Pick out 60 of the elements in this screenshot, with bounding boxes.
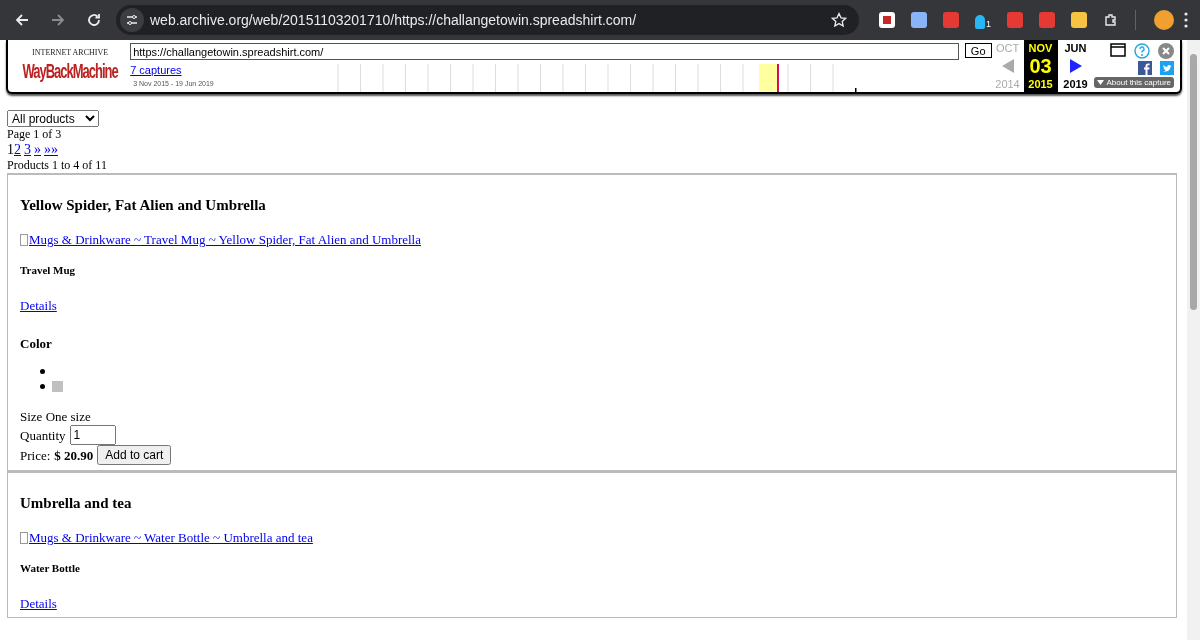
- facebook-icon[interactable]: [1138, 61, 1152, 75]
- page-link[interactable]: »: [34, 142, 41, 158]
- about-capture-button[interactable]: About this capture: [1093, 77, 1174, 88]
- menu-icon[interactable]: [1184, 12, 1188, 28]
- year-label: 2015: [1028, 78, 1053, 90]
- quantity-field[interactable]: 1: [69, 425, 116, 445]
- window-icon[interactable]: [1110, 43, 1126, 57]
- products-info: Products 1 to 4 of 11: [7, 158, 108, 173]
- scrollbar[interactable]: [1187, 40, 1200, 640]
- color-swatch[interactable]: [52, 381, 63, 392]
- page-link[interactable]: 3: [24, 142, 31, 158]
- page-link[interactable]: »»: [44, 142, 58, 158]
- current-page: 1: [7, 142, 14, 158]
- caret-icon: [1096, 80, 1104, 85]
- color-heading: Color: [20, 336, 53, 352]
- broken-image-icon: [20, 234, 28, 246]
- month-label[interactable]: JUN: [1064, 42, 1087, 54]
- site-settings-icon[interactable]: [120, 8, 144, 32]
- forward-icon[interactable]: [50, 12, 66, 28]
- star-icon[interactable]: [831, 12, 847, 28]
- go-button[interactable]: Go: [964, 43, 992, 58]
- price-value: $ 20.90: [54, 446, 94, 464]
- details-link[interactable]: Details: [20, 596, 57, 611]
- broken-image-icon: [20, 532, 28, 544]
- quantity-label: Quantity: [20, 426, 66, 444]
- month-label: NOV: [1028, 42, 1053, 54]
- extension-icon[interactable]: [879, 12, 895, 28]
- size-text: Size One size: [20, 408, 92, 425]
- captures-link[interactable]: 7 captures: [130, 64, 335, 76]
- page-link[interactable]: 2: [14, 142, 21, 158]
- day-label: 03: [1029, 56, 1052, 76]
- previous-arrow-icon[interactable]: [1001, 59, 1014, 73]
- logo-caption: INTERNET ARCHIVE: [32, 48, 109, 57]
- product-title: Umbrella and tea: [20, 495, 133, 512]
- address-bar[interactable]: web.archive.org/web/20151103201710/https://challangetowin.spreadshirt.com/: [116, 5, 859, 35]
- page-info: Page 1 of 3: [7, 127, 63, 142]
- year-label[interactable]: 2019: [1063, 78, 1088, 90]
- close-icon[interactable]: [1158, 43, 1174, 59]
- product-image-link[interactable]: Mugs & Drinkware ~ Water Bottle ~ Umbrella and tea: [29, 530, 313, 546]
- details-link[interactable]: Details: [20, 298, 57, 313]
- bullet-icon: [40, 369, 45, 374]
- url-field[interactable]: https://challangetowin.spreadshirt.com/: [130, 43, 959, 60]
- avatar-icon[interactable]: [1154, 10, 1174, 30]
- badge-count: 1: [986, 20, 991, 29]
- bullet-icon: [40, 384, 45, 389]
- url-text: web.archive.org/web/20151103201710/https://challangetowin.spreadshirt.com/: [150, 12, 638, 28]
- next-arrow-icon[interactable]: [1069, 59, 1082, 73]
- price-label: Price:: [20, 446, 51, 464]
- product-filter-dropdown[interactable]: All products: [7, 110, 99, 127]
- puzzle-icon[interactable]: [1103, 12, 1119, 28]
- logo-text: WayBackMachine: [22, 60, 118, 83]
- product-image-link[interactable]: Mugs & Drinkware ~ Travel Mug ~ Yellow Spider, Fat Alien and Umbrella: [29, 232, 421, 248]
- product-title: Yellow Spider, Fat Alien and Umbrella: [20, 197, 267, 214]
- add-to-cart-button[interactable]: Add to cart: [97, 445, 172, 465]
- back-icon[interactable]: [14, 12, 30, 28]
- reload-icon[interactable]: [86, 12, 102, 28]
- product-type: Travel Mug: [20, 264, 77, 276]
- product-type: Water Bottle: [20, 562, 81, 574]
- twitter-icon[interactable]: [1160, 61, 1174, 75]
- wayback-logo[interactable]: INTERNET ARCHIVE WayBackMachine: [8, 40, 123, 92]
